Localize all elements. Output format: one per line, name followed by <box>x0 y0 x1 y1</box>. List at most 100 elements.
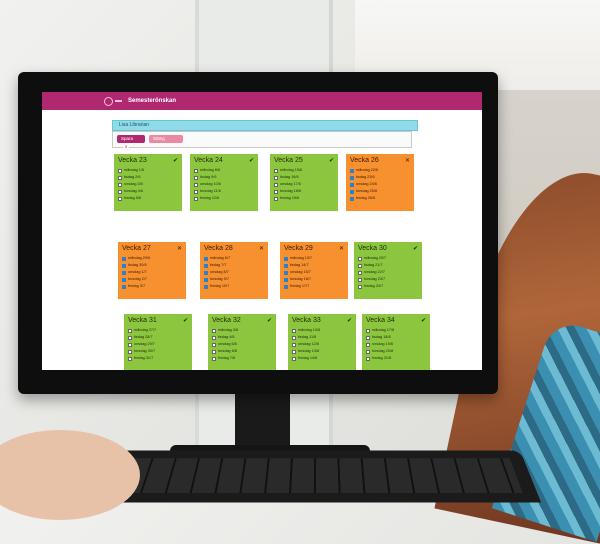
day-checkbox[interactable] <box>122 277 126 282</box>
day-checkbox[interactable] <box>118 196 122 201</box>
day-checkbox[interactable] <box>118 168 122 173</box>
day-row: fredag 17/7 <box>284 283 344 290</box>
day-checkbox[interactable] <box>194 168 198 173</box>
day-row: tisdag 18/8 <box>366 334 426 341</box>
week-card[interactable]: Vecka 25 ✔ måndag 15/6 tisdag 16/6 onsdag 17… <box>270 154 338 211</box>
day-row: fredag 31/7 <box>128 355 188 362</box>
day-checkbox[interactable] <box>194 189 198 194</box>
day-checkbox[interactable] <box>204 256 208 261</box>
day-checkbox[interactable] <box>274 168 278 173</box>
day-checkbox[interactable] <box>118 182 122 187</box>
day-checkbox[interactable] <box>122 263 126 268</box>
day-checkbox[interactable] <box>350 196 354 201</box>
day-checkbox[interactable] <box>204 284 208 289</box>
check-circle-icon[interactable]: ✔ <box>347 317 352 324</box>
day-checkbox[interactable] <box>274 189 278 194</box>
day-label: fredag 10/7 <box>210 284 230 288</box>
day-checkbox[interactable] <box>274 182 278 187</box>
check-circle-icon[interactable]: ✔ <box>329 157 334 164</box>
week-card[interactable]: Vecka 33 ✔ måndag 10/8 tisdag 11/8 onsdag 12… <box>288 314 356 370</box>
day-checkbox[interactable] <box>274 196 278 201</box>
week-title: Vecka 33 <box>292 317 321 324</box>
week-card[interactable]: Vecka 31 ✔ måndag 27/7 tisdag 28/7 onsdag 29… <box>124 314 192 370</box>
day-checkbox[interactable] <box>118 189 122 194</box>
day-checkbox[interactable] <box>274 175 278 180</box>
day-checkbox[interactable] <box>128 356 132 361</box>
week-card[interactable]: Vecka 29 ✕ måndag 13/7 tisdag 14/7 onsdag 15… <box>280 242 348 299</box>
close-icon[interactable]: ✕ <box>405 157 410 164</box>
day-checkbox[interactable] <box>292 349 296 354</box>
day-row: måndag 1/6 <box>118 167 178 174</box>
day-checkbox[interactable] <box>358 277 362 282</box>
day-checkbox[interactable] <box>350 175 354 180</box>
day-checkbox[interactable] <box>212 349 216 354</box>
day-checkbox[interactable] <box>118 175 122 180</box>
day-checkbox[interactable] <box>212 335 216 340</box>
day-row: måndag 29/6 <box>122 255 182 262</box>
week-card[interactable]: Vecka 24 ✔ måndag 8/6 tisdag 9/6 onsdag 10/6… <box>190 154 258 211</box>
day-checkbox[interactable] <box>194 182 198 187</box>
day-checkbox[interactable] <box>358 256 362 261</box>
day-checkbox[interactable] <box>204 270 208 275</box>
check-circle-icon[interactable]: ✔ <box>173 157 178 164</box>
day-checkbox[interactable] <box>350 168 354 173</box>
day-checkbox[interactable] <box>204 263 208 268</box>
day-checkbox[interactable] <box>366 349 370 354</box>
week-card[interactable]: Vecka 28 ✕ måndag 6/7 tisdag 7/7 onsdag 8/7 t… <box>200 242 268 299</box>
week-card[interactable]: Vecka 27 ✕ måndag 29/6 tisdag 30/6 onsdag 1/… <box>118 242 186 299</box>
day-checkbox[interactable] <box>284 270 288 275</box>
week-card[interactable]: Vecka 23 ✔ måndag 1/6 tisdag 2/6 onsdag 3/6 t… <box>114 154 182 211</box>
check-circle-icon[interactable]: ✔ <box>183 317 188 324</box>
day-checkbox[interactable] <box>292 342 296 347</box>
day-row: torsdag 18/6 <box>274 188 334 195</box>
week-card[interactable]: Vecka 34 ✔ måndag 17/8 tisdag 18/8 onsdag 19… <box>362 314 430 370</box>
day-checkbox[interactable] <box>366 328 370 333</box>
day-checkbox[interactable] <box>122 284 126 289</box>
day-checkbox[interactable] <box>128 335 132 340</box>
day-checkbox[interactable] <box>366 342 370 347</box>
day-checkbox[interactable] <box>292 335 296 340</box>
day-label: onsdag 24/6 <box>356 182 377 186</box>
day-checkbox[interactable] <box>212 328 216 333</box>
check-circle-icon[interactable]: ✔ <box>249 157 254 164</box>
week-card[interactable]: Vecka 30 ✔ måndag 20/7 tisdag 21/7 onsdag 22… <box>354 242 422 299</box>
day-checkbox[interactable] <box>212 356 216 361</box>
day-label: tisdag 14/7 <box>290 263 309 267</box>
close-icon[interactable]: ✕ <box>259 245 264 252</box>
day-checkbox[interactable] <box>358 270 362 275</box>
day-checkbox[interactable] <box>292 328 296 333</box>
day-checkbox[interactable] <box>284 277 288 282</box>
day-checkbox[interactable] <box>128 349 132 354</box>
day-checkbox[interactable] <box>204 277 208 282</box>
day-checkbox[interactable] <box>284 284 288 289</box>
week-title: Vecka 27 <box>122 245 151 252</box>
day-checkbox[interactable] <box>292 356 296 361</box>
day-checkbox[interactable] <box>358 284 362 289</box>
day-checkbox[interactable] <box>212 342 216 347</box>
day-checkbox[interactable] <box>194 175 198 180</box>
day-row: torsdag 23/7 <box>358 276 418 283</box>
week-card[interactable]: Vecka 26 ✕ måndag 22/6 tisdag 23/6 onsdag 24… <box>346 154 414 211</box>
day-checkbox[interactable] <box>366 356 370 361</box>
day-checkbox[interactable] <box>350 182 354 187</box>
close-button[interactable]: Stäng <box>149 135 183 143</box>
day-checkbox[interactable] <box>350 189 354 194</box>
check-circle-icon[interactable]: ✔ <box>413 245 418 252</box>
day-checkbox[interactable] <box>284 263 288 268</box>
day-checkbox[interactable] <box>128 328 132 333</box>
day-checkbox[interactable] <box>194 196 198 201</box>
close-icon[interactable]: ✕ <box>339 245 344 252</box>
day-checkbox[interactable] <box>358 263 362 268</box>
day-label: måndag 20/7 <box>364 256 387 260</box>
day-checkbox[interactable] <box>366 335 370 340</box>
close-icon[interactable]: ✕ <box>177 245 182 252</box>
week-card[interactable]: Vecka 32 ✔ måndag 3/8 tisdag 4/8 onsdag 5/8 t… <box>208 314 276 370</box>
day-label: torsdag 20/8 <box>372 349 394 353</box>
day-checkbox[interactable] <box>128 342 132 347</box>
check-circle-icon[interactable]: ✔ <box>421 317 426 324</box>
check-circle-icon[interactable]: ✔ <box>267 317 272 324</box>
day-checkbox[interactable] <box>284 256 288 261</box>
save-button[interactable]: Spara 5 <box>117 135 145 149</box>
day-checkbox[interactable] <box>122 256 126 261</box>
day-checkbox[interactable] <box>122 270 126 275</box>
